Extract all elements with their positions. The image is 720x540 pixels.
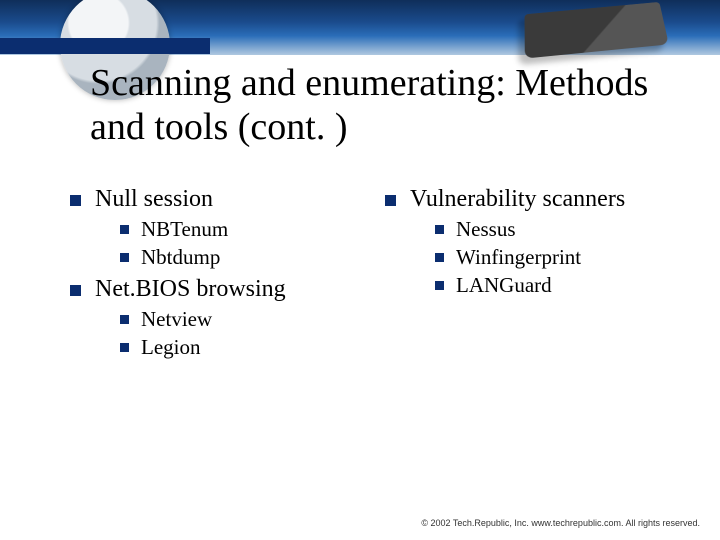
copyright-footer: © 2002 Tech.Republic, Inc. www.techrepub… [421, 518, 700, 528]
item-label: Vulnerability scanners [410, 186, 625, 213]
slide: { "title": "Scanning and enumerating: Me… [0, 0, 720, 540]
bullet-icon [120, 315, 129, 324]
left-column: Null session NBTenum Nbtdump Net.BIOS br… [70, 180, 365, 363]
list-item: Net.BIOS browsing [70, 276, 365, 303]
right-column: Vulnerability scanners Nessus Winfingerp… [385, 180, 680, 363]
bullet-icon [120, 253, 129, 262]
bullet-icon [435, 225, 444, 234]
bullet-icon [385, 195, 396, 206]
slide-body: Null session NBTenum Nbtdump Net.BIOS br… [70, 180, 680, 363]
item-label: Winfingerprint [456, 245, 581, 270]
item-label: Netview [141, 307, 212, 332]
item-label: Legion [141, 335, 200, 360]
list-item: Netview [120, 307, 365, 332]
bullet-icon [120, 343, 129, 352]
item-label: NBTenum [141, 217, 228, 242]
bullet-icon [120, 225, 129, 234]
item-label: Null session [95, 186, 213, 213]
item-label: Net.BIOS browsing [95, 276, 286, 303]
item-label: LANGuard [456, 273, 552, 298]
bullet-icon [70, 285, 81, 296]
item-label: Nessus [456, 217, 516, 242]
item-label: Nbtdump [141, 245, 220, 270]
slide-title: Scanning and enumerating: Methods and to… [90, 62, 650, 149]
list-item: Legion [120, 335, 365, 360]
bullet-icon [70, 195, 81, 206]
bullet-icon [435, 281, 444, 290]
list-item: Vulnerability scanners [385, 186, 680, 213]
list-item: Nbtdump [120, 245, 365, 270]
list-item: Null session [70, 186, 365, 213]
list-item: LANGuard [435, 273, 680, 298]
list-item: Winfingerprint [435, 245, 680, 270]
list-item: Nessus [435, 217, 680, 242]
list-item: NBTenum [120, 217, 365, 242]
accent-bar [0, 38, 210, 54]
bullet-icon [435, 253, 444, 262]
